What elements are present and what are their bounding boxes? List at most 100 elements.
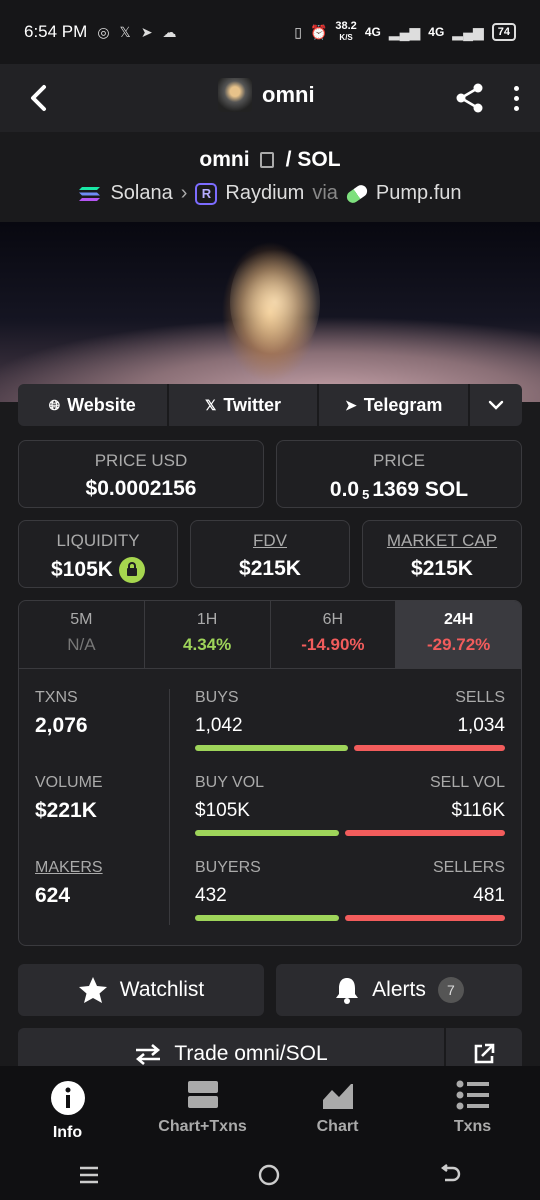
price-native-label: PRICE	[373, 451, 425, 470]
copy-icon[interactable]	[259, 152, 274, 168]
price-usd-card: PRICE USD $0.0002156	[18, 440, 264, 508]
fdv-card: FDV $215K	[190, 520, 350, 588]
nav-txns[interactable]: Txns	[405, 1066, 540, 1150]
tab-1h[interactable]: 1H 4.34%	[145, 601, 271, 668]
star-icon	[78, 977, 107, 1003]
nav-info-label: Info	[52, 1124, 83, 1141]
stats-divider	[169, 689, 170, 925]
volume-value: $221K	[35, 799, 97, 822]
sell-vol-value: $116K	[451, 800, 505, 821]
fdv-value: $215K	[239, 557, 301, 580]
bell-icon	[336, 978, 359, 1004]
lock-icon[interactable]	[118, 557, 145, 583]
pair-quote: SOL	[297, 148, 341, 171]
recents-icon[interactable]	[78, 1165, 100, 1185]
cloud-icon: ☁	[162, 23, 177, 40]
buy-sell-volume-split: BUY VOL SELL VOL $105K $116K	[195, 774, 505, 836]
txns-metric: TXNS 2,076	[35, 689, 88, 738]
twitter-button[interactable]: 𝕏 Twitter	[169, 384, 320, 426]
watchlist-button[interactable]: Watchlist	[18, 964, 264, 1016]
x-icon: 𝕏	[119, 23, 131, 40]
sell-vol-label: SELL VOL	[429, 774, 505, 791]
fdv-label[interactable]: FDV	[191, 531, 349, 551]
price-native-card: PRICE 0.0 5 1369 SOL	[276, 440, 522, 508]
sellers-value: 481	[473, 885, 505, 906]
system-navigation-bar	[0, 1150, 540, 1200]
back-nav-icon[interactable]	[438, 1164, 462, 1186]
share-icon	[456, 83, 483, 113]
more-links-dropdown[interactable]	[470, 384, 522, 426]
buy-vol-label: BUY VOL	[195, 774, 265, 791]
pair-separator: /	[285, 148, 292, 171]
price-usd-label: PRICE USD	[94, 451, 188, 470]
more-options-button[interactable]	[500, 78, 532, 118]
sellers-label: SELLERS	[432, 859, 505, 876]
x-icon: 𝕏	[205, 396, 217, 413]
signal-2: 4G	[428, 25, 445, 39]
sells-value: 1,034	[457, 715, 505, 736]
nav-chart[interactable]: Chart	[270, 1066, 405, 1150]
bottom-navigation: Info Chart+Txns Chart Txns	[0, 1066, 540, 1150]
volume-bar	[195, 830, 505, 836]
market-cap-card: MARKET CAP $215K	[362, 520, 522, 588]
twitter-label: Twitter	[223, 394, 281, 415]
telegram-button[interactable]: ➤ Telegram	[319, 384, 471, 426]
signal-1: 4G	[364, 25, 381, 39]
buy-bar-fill	[195, 745, 348, 751]
timeframe-tabs: 5M N/A 1H 4.34% 6H -14.90% 24H -29.72%	[19, 601, 521, 669]
volume-metric: VOLUME $221K	[35, 774, 103, 823]
buy-vol-value: $105K	[195, 800, 250, 821]
sell-bar-fill	[344, 915, 505, 921]
makers-label[interactable]: MAKERS	[35, 859, 103, 877]
makers-metric: MAKERS 624	[35, 859, 103, 908]
website-label: Website	[67, 394, 136, 415]
tab-6h[interactable]: 6H -14.90%	[271, 601, 397, 668]
txns-label: TXNS	[35, 689, 78, 706]
makers-value: 624	[35, 884, 71, 907]
status-bar: 6:54 PM ◎ 𝕏 ➤ ☁ ▯ ⏰ 38.2 K/S 4G ▂▄▆ 4G ▂…	[0, 0, 540, 64]
watchlist-label: Watchlist	[119, 978, 205, 1001]
chain-link[interactable]: Solana	[110, 182, 172, 205]
app-bar: omni	[0, 64, 540, 132]
price-native-value: 0.0 5 1369 SOL	[329, 477, 469, 503]
back-button[interactable]	[18, 78, 58, 118]
launchpad-link[interactable]: Pump.fun	[376, 182, 462, 205]
globe-icon: 🌐︎	[48, 396, 61, 413]
alarm-icon: ⏰	[309, 23, 328, 40]
solana-icon	[79, 186, 101, 201]
split-view-icon	[187, 1081, 218, 1108]
via-label: via	[312, 182, 338, 204]
nav-chart-label: Chart	[316, 1118, 359, 1135]
alerts-button[interactable]: Alerts 7	[276, 964, 522, 1016]
signal-bars-icon: ▂▄▆	[388, 23, 421, 40]
telegram-icon: ➤	[344, 396, 357, 413]
sells-label: SELLS	[455, 689, 505, 706]
buyers-label: BUYERS	[195, 859, 261, 876]
market-cap-label[interactable]: MARKET CAP	[363, 531, 521, 551]
token-avatar	[218, 78, 252, 112]
battery-indicator: 74	[491, 23, 516, 41]
market-cap-value: $215K	[411, 557, 473, 580]
external-link-icon	[474, 1043, 495, 1064]
buy-bar-fill	[195, 830, 340, 836]
volume-label: VOLUME	[35, 774, 103, 791]
whatsapp-icon: ◎	[97, 23, 110, 40]
tab-5m[interactable]: 5M N/A	[19, 601, 145, 668]
share-button[interactable]	[450, 78, 490, 118]
nav-txns-label: Txns	[453, 1118, 492, 1135]
buy-bar-fill	[195, 915, 339, 921]
buyers-value: 432	[195, 885, 227, 906]
token-name: omni	[262, 82, 315, 107]
sell-bar-fill	[345, 830, 505, 836]
alerts-label: Alerts	[372, 978, 426, 1001]
nav-chart-txns[interactable]: Chart+Txns	[135, 1066, 270, 1150]
pair-base: omni	[199, 148, 250, 171]
chevron-down-icon	[488, 400, 504, 410]
website-button[interactable]: 🌐︎ Website	[18, 384, 169, 426]
tab-24h[interactable]: 24H -29.72%	[396, 601, 521, 668]
home-icon[interactable]	[257, 1163, 281, 1187]
dex-link[interactable]: Raydium	[225, 182, 304, 205]
telegram-label: Telegram	[363, 394, 443, 415]
alerts-count-badge: 7	[437, 977, 464, 1003]
nav-info[interactable]: Info	[0, 1066, 135, 1150]
